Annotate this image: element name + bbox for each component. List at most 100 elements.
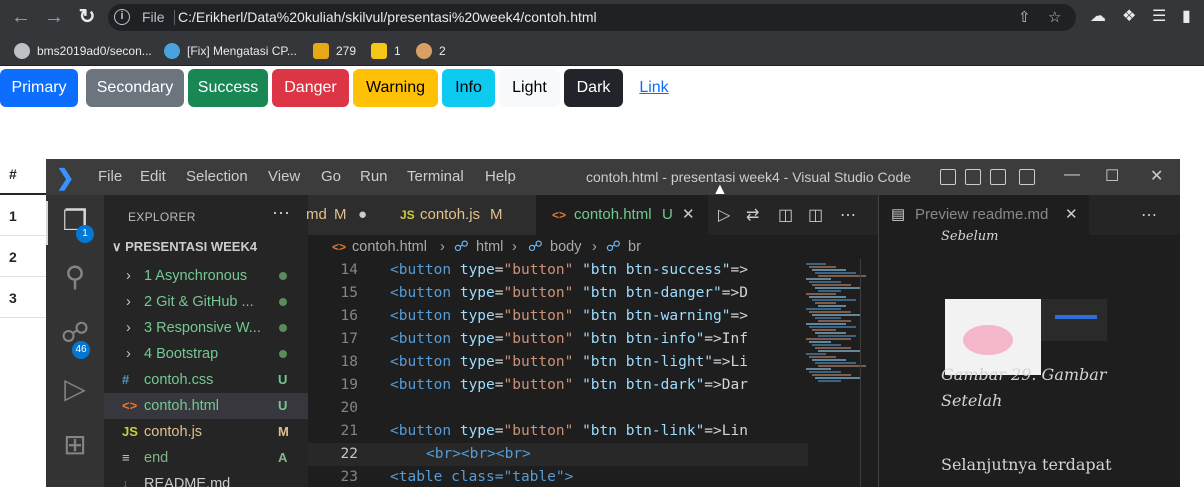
link-button[interactable]: Link [627,69,681,107]
chevron-right-icon: › [126,346,131,362]
bookmark-item[interactable]: 2 [416,41,446,61]
tree-item[interactable]: # contoh.css U [104,367,308,393]
tab-status: U [662,206,673,223]
menu-run[interactable]: Run [360,168,388,185]
tree-item-label: 3 Responsive W... [144,320,261,336]
breadcrumb-item[interactable]: contoh.html [352,235,427,259]
menu-view[interactable]: View [268,168,300,185]
customize-layout-icon[interactable] [1019,169,1035,185]
line-number: 20 [340,400,358,416]
info-button[interactable]: Info [442,69,495,107]
media-list-icon[interactable]: ☰ [1152,7,1166,27]
danger-button[interactable]: Danger [272,69,349,107]
back-arrow-icon[interactable]: ← [10,6,32,28]
tree-item[interactable]: › 4 Bootstrap [104,341,308,367]
minimap-line [806,278,831,280]
tab-status: M [334,206,347,223]
tree-item[interactable]: › 1 Asynchronous [104,263,308,289]
address-bar[interactable]: i File C:/Erikherl/Data%20kuliah/skilvul… [108,4,1076,31]
open-preview-icon[interactable]: ◫ [778,205,793,225]
maximize-icon[interactable]: ☐ [1105,166,1119,186]
run-icon[interactable]: ▷ [718,205,730,225]
code-line[interactable]: 20 [308,397,808,420]
tab-close-icon[interactable]: ✕ [1065,195,1078,235]
more-actions-icon[interactable]: ⋯ [272,203,290,224]
success-button[interactable]: Success [188,69,268,107]
code-line[interactable]: 15 <button type="button" "btn btn-danger"… [308,282,808,305]
breadcrumb-item[interactable]: br [628,235,641,259]
bookmark-label: 1 [394,44,401,58]
css-file-icon: # [122,372,130,387]
search-icon[interactable]: ⚲ [59,261,91,293]
primary-button[interactable]: Primary [0,69,78,107]
menu-help[interactable]: Help [485,168,516,185]
compare-changes-icon[interactable]: ⇄ [746,205,759,225]
toggle-panel-icon[interactable] [965,169,981,185]
extension-badge-icon[interactable]: ☁ [1090,7,1106,27]
code-line[interactable]: 23 <table class="table"> [308,466,808,487]
table-divider [0,235,50,236]
menu-edit[interactable]: Edit [140,168,166,185]
bookmark-item[interactable]: 279 [313,41,356,61]
toggle-sidebar-icon[interactable] [940,169,956,185]
forward-arrow-icon[interactable]: → [43,6,65,28]
code-line[interactable]: 21 <button type="button" "btn btn-link"=>… [308,420,808,443]
secondary-button[interactable]: Secondary [86,69,184,107]
breadcrumb-item[interactable]: html [476,235,503,259]
modified-dot-icon [279,298,287,306]
light-button[interactable]: Light [499,69,560,107]
share-icon[interactable]: ⇧ [1018,8,1031,26]
toggle-secondary-sidebar-icon[interactable] [990,169,1006,185]
editor-more-actions-icon[interactable]: ⋯ [840,205,856,225]
bookmark-star-icon[interactable]: ☆ [1048,8,1061,26]
run-debug-icon[interactable]: ▷ [59,373,91,405]
menu-file[interactable]: File [98,168,122,185]
site-info-icon[interactable]: i [114,9,130,25]
extensions-puzzle-icon[interactable]: ❖ [1122,7,1136,27]
code-line[interactable]: 18 <button type="button" "btn btn-light"=… [308,351,808,374]
close-icon[interactable]: ✕ [1150,166,1163,186]
breadcrumb-item[interactable]: body [550,235,581,259]
code-line[interactable]: 16 <button type="button" "btn btn-warning… [308,305,808,328]
reload-icon[interactable]: ↻ [76,6,98,28]
bookmarks-bar: bms2019ad0/secon... [Fix] Mengatasi CP..… [0,35,1204,66]
extensions-icon[interactable]: ⊞ [59,429,91,461]
split-editor-icon[interactable]: ◫ [808,205,823,225]
tree-item-selected[interactable]: <> contoh.html U [104,393,308,419]
unsaved-dot-icon[interactable]: ● [358,195,367,235]
bookmark-item[interactable]: [Fix] Mengatasi CP... [164,41,297,61]
tab-readme[interactable]: md M ● [306,195,388,235]
tab-contoh-js[interactable]: JS contoh.js M [388,195,536,235]
code-line[interactable]: 14 <button type="button" "btn btn-success… [308,259,808,282]
text-file-icon: ≡ [122,450,130,465]
tab-contoh-html[interactable]: <> contoh.html U ✕ [536,195,708,235]
minimap[interactable] [806,259,866,487]
minimize-icon[interactable]: — [1064,166,1080,184]
sidebar-panel-icon[interactable]: ▮ [1182,7,1191,27]
bookmark-item[interactable]: bms2019ad0/secon... [14,41,152,61]
element-tag-icon: ☍ [606,239,621,255]
tree-item[interactable]: ≡ end A [104,445,308,471]
minimap-line [815,362,856,364]
workspace-folder[interactable]: ∨ PRESENTASI WEEK4 [112,239,257,255]
warning-button[interactable]: Warning [353,69,438,107]
tree-item-label: end [144,450,169,466]
address-url[interactable]: C:/Erikherl/Data%20kuliah/skilvul/presen… [178,9,597,25]
markdown-file-icon: ↓ [122,476,129,487]
menu-selection[interactable]: Selection [186,168,248,185]
code-line[interactable]: 17 <button type="button" "btn btn-info"=>… [308,328,808,351]
minimap-line [818,365,866,367]
tree-item[interactable]: ↓ README.md [104,471,308,487]
tree-item[interactable]: › 2 Git & GitHub ... [104,289,308,315]
menu-terminal[interactable]: Terminal [407,168,464,185]
bookmark-item[interactable]: 1 [371,41,401,61]
code-line[interactable]: 22 <br><br><br> [308,443,808,466]
menu-go[interactable]: Go [321,168,341,185]
tree-item[interactable]: › 3 Responsive W... [104,315,308,341]
preview-more-actions-icon[interactable]: ⋯ [1141,205,1157,225]
code-line[interactable]: 19 <button type="button" "btn btn-dark"=>… [308,374,808,397]
tree-item[interactable]: JS contoh.js M [104,419,308,445]
minimap-line [812,359,846,361]
tab-close-icon[interactable]: ✕ [682,195,695,235]
dark-button[interactable]: Dark [564,69,623,107]
